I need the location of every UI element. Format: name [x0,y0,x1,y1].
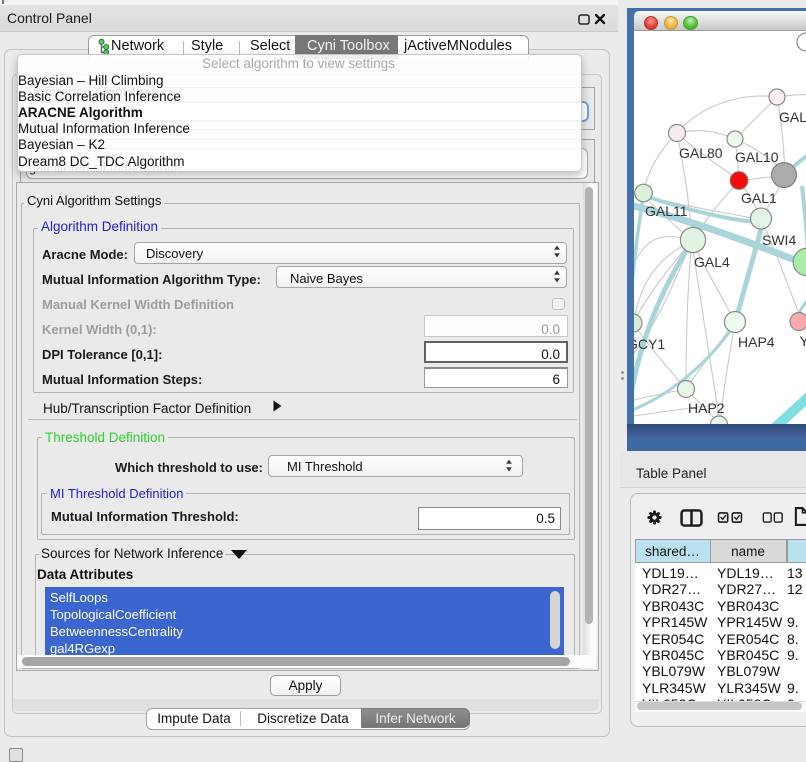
svg-text:Y: Y [800,333,806,349]
svg-text:GAL4: GAL4 [694,254,730,270]
svg-text:GAL10: GAL10 [735,149,779,165]
svg-text:GCY1: GCY1 [634,336,665,352]
svg-text:GAL: GAL [779,109,806,125]
svg-text:HAP2: HAP2 [688,400,725,416]
svg-text:GAL80: GAL80 [679,145,723,161]
svg-text:SWI4: SWI4 [762,232,796,248]
svg-text:GAL1: GAL1 [741,190,777,206]
svg-text:HAP4: HAP4 [738,334,775,350]
svg-text:GAL11: GAL11 [645,203,688,219]
